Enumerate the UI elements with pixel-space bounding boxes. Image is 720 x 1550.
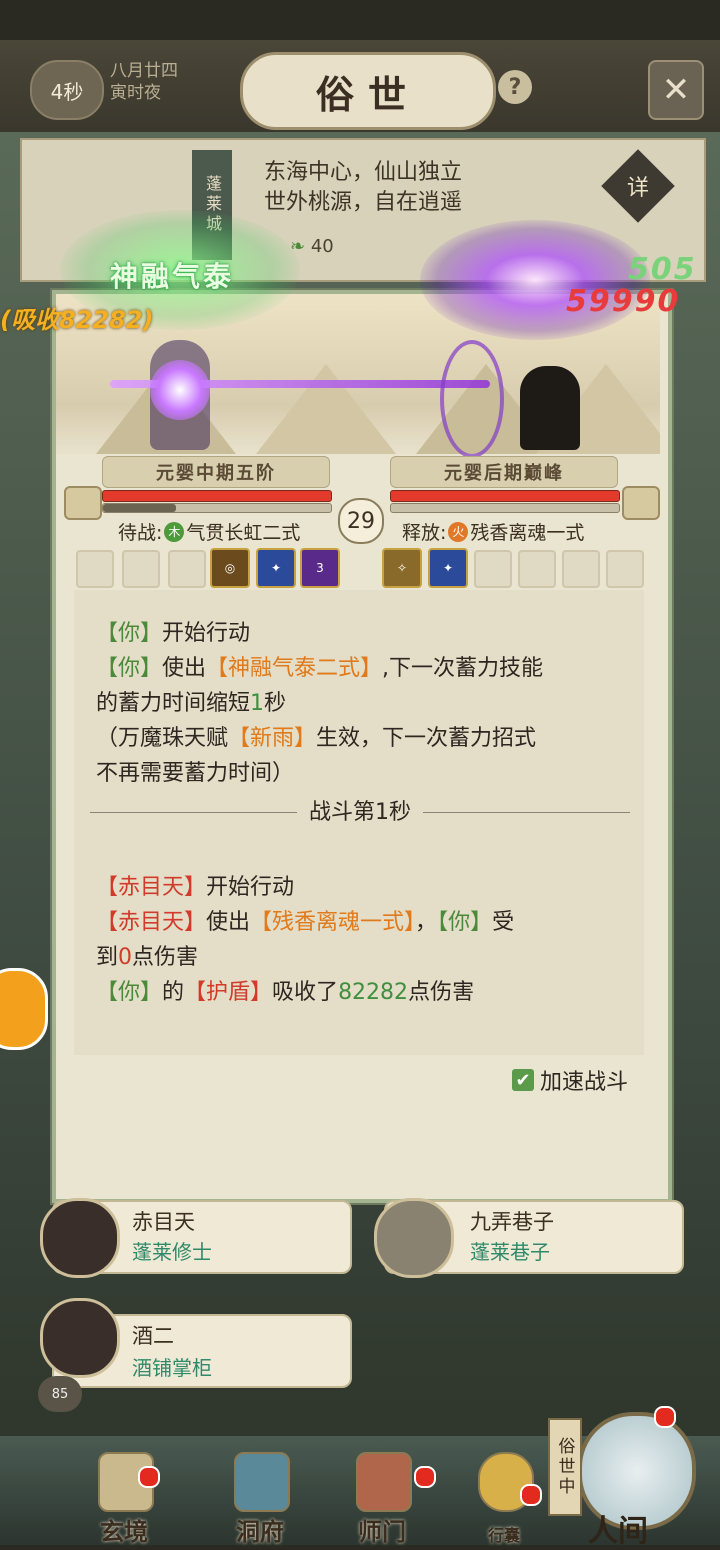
skill-name-popup: 神融气泰 [110, 260, 235, 293]
nav-label: 玄境 [100, 1517, 148, 1546]
purple-orb-effect [150, 360, 210, 420]
nav-label: 洞府 [236, 1517, 284, 1546]
log-line: 不再需要蓄力时间） [96, 761, 295, 786]
round-counter: 29 [338, 498, 384, 544]
world-label: 人间 [588, 1514, 648, 1549]
help-button[interactable]: ? [498, 70, 532, 104]
skill-slot-empty [122, 550, 160, 588]
spiral-skill-icon[interactable]: ◎ [210, 548, 250, 588]
npc-name: 九弄巷子 [470, 1210, 554, 1234]
nav-xuanjing[interactable]: 玄境 [84, 1440, 164, 1546]
scroll-icon[interactable] [64, 486, 102, 520]
skill-slot-empty [474, 550, 512, 588]
enemy-hp-bar [390, 490, 620, 502]
wood-element-icon: 木 [164, 521, 185, 542]
npc-role: 蓬莱修士 [132, 1240, 212, 1264]
notification-dot [138, 1466, 160, 1488]
vortex-skill-icon[interactable]: 3 [300, 548, 340, 588]
log-line: 的蓄力时间缩短1秒 [96, 691, 287, 716]
location-stat-value: 40 [310, 236, 334, 257]
skill-slot-empty [168, 550, 206, 588]
location-stat: ❧ 40 [290, 236, 334, 257]
log-line: （万魔珠天赋【新雨】生效，下一次蓄力招式 [96, 726, 537, 751]
player-rank: 元婴中期五阶 [102, 456, 330, 488]
skill-slot-empty [606, 550, 644, 588]
location-description: 东海中心，仙山独立 世外桃源，自在逍遥 [264, 158, 462, 218]
player-state-label: 待战: [118, 522, 163, 544]
enemy-silhouette [520, 366, 580, 450]
fire-element-icon: 火 [448, 521, 469, 542]
battle-log[interactable]: 【你】开始行动 【你】使出【神融气泰二式】,下一次蓄力技能 的蓄力时间缩短1秒 … [74, 590, 644, 1055]
notification-dot [414, 1466, 436, 1488]
avatar [374, 1198, 454, 1278]
skill-slot-empty [518, 550, 556, 588]
log-line: 【你】使出【神融气泰二式】,下一次蓄力技能 [96, 656, 544, 681]
location-desc-line1: 东海中心，仙山独立 [264, 160, 463, 185]
purple-burst-effect [420, 220, 650, 340]
date-day: 八月廿四 [110, 61, 178, 81]
notification-dot [654, 1406, 676, 1428]
blue-skill-icon[interactable]: ✦ [256, 548, 296, 588]
scroll-icon[interactable] [622, 486, 660, 520]
blue-skill-icon[interactable]: ✦ [428, 548, 468, 588]
portal-ring-effect [440, 340, 504, 458]
enemy-energy-bar [390, 503, 620, 513]
enemy-state-label: 释放: [402, 522, 447, 544]
log-line: 【你】的【护盾】吸收了82282点伤害 [96, 980, 475, 1005]
notification-dot [520, 1484, 542, 1506]
player-hp-bar [102, 490, 332, 502]
game-date: 八月廿四 寅时夜 [110, 60, 178, 104]
gate-nav-icon [356, 1452, 412, 1512]
npc-role: 蓬莱巷子 [470, 1240, 550, 1264]
skill-slot-empty [76, 550, 114, 588]
heal-number: 505 [628, 252, 697, 287]
enemy-move: 残香离魂一式 [470, 522, 585, 544]
damage-number: 59990 [566, 284, 681, 319]
log-line: 【赤目天】使出【残香离魂一式】，【你】受 [96, 910, 515, 935]
close-button[interactable]: ✕ [648, 60, 704, 120]
npc-name: 酒二 [132, 1324, 174, 1348]
enemy-rank: 元婴后期巅峰 [390, 456, 618, 488]
log-line: 【你】开始行动 [96, 621, 251, 646]
npc-role: 酒铺掌柜 [132, 1356, 212, 1380]
player-status: 待战: 木 气贯长虹二式 [118, 518, 300, 545]
speed-up-toggle[interactable]: ✔ 加速战斗 [512, 1064, 628, 1096]
avatar [40, 1198, 120, 1278]
player-energy-bar [102, 503, 332, 513]
player-energy-fill [103, 504, 176, 512]
detail-label: 详 [626, 175, 650, 201]
skill-slot-empty [562, 550, 600, 588]
date-time: 寅时夜 [110, 83, 161, 103]
checkmark-icon: ✔ [512, 1069, 534, 1091]
timer-badge: 4秒 [30, 60, 104, 120]
gamepad-side-button[interactable] [0, 968, 48, 1050]
location-desc-line2: 世外桃源，自在逍遥 [264, 190, 463, 215]
skill-stack-count: 3 [316, 561, 324, 575]
log-divider: 战斗第1秒 [90, 795, 630, 830]
player-move: 气贯长虹二式 [186, 522, 301, 544]
speed-up-label: 加速战斗 [540, 1070, 629, 1095]
page-title: 俗世 [240, 52, 496, 130]
log-line: 【赤目天】开始行动 [96, 875, 295, 900]
chat-bubble-icon[interactable]: 85 [38, 1376, 82, 1412]
npc-name: 赤目天 [132, 1210, 195, 1234]
pavilion-nav-icon [234, 1452, 290, 1512]
nav-shimen[interactable]: 师门 [342, 1440, 422, 1546]
enemy-status: 释放: 火 残香离魂一式 [402, 518, 584, 545]
golden-skill-icon[interactable]: ✧ [382, 548, 422, 588]
log-line: 到0点伤害 [96, 945, 199, 970]
absorb-popup: (吸收82282) [0, 306, 154, 334]
chat-count: 85 [51, 1386, 69, 1402]
nav-label: 师门 [358, 1517, 406, 1546]
nav-label: 行囊 [487, 1526, 520, 1545]
mountain-shape [256, 364, 396, 454]
world-tag: 俗世中 [548, 1418, 582, 1516]
avatar [40, 1298, 120, 1378]
nav-dongfu[interactable]: 洞府 [220, 1440, 300, 1546]
